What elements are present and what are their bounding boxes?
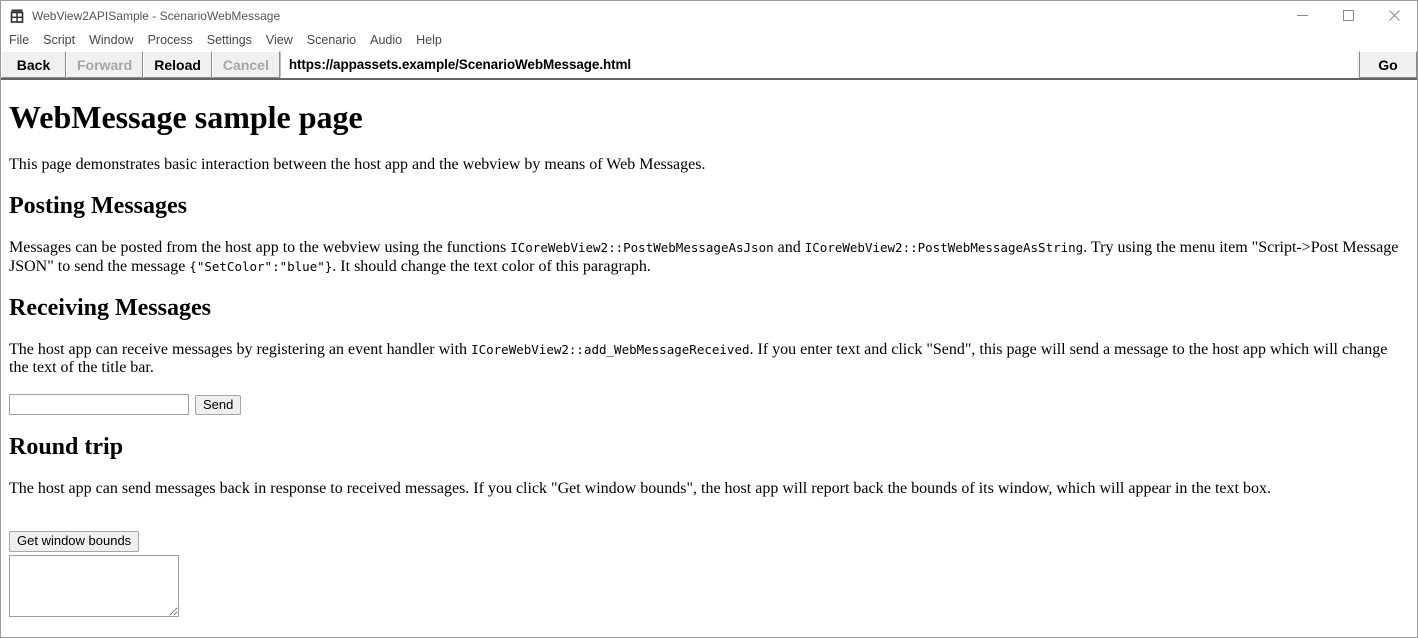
menu-item-view[interactable]: View <box>266 30 300 51</box>
close-icon <box>1388 10 1400 21</box>
menu-item-help[interactable]: Help <box>416 30 449 51</box>
heading-receiving-messages: Receiving Messages <box>9 295 211 322</box>
send-message-row: Send <box>9 394 1409 416</box>
posting-text-d: . It should change the text color of thi… <box>332 257 651 275</box>
receiving-messages-paragraph: The host app can receive messages by reg… <box>9 341 1409 379</box>
cancel-button: Cancel <box>211 51 280 78</box>
reload-button[interactable]: Reload <box>143 51 212 78</box>
receiving-code-add-webmessagereceived: ICoreWebView2::add_WebMessageReceived <box>471 341 750 357</box>
intro-paragraph: This page demonstrates basic interaction… <box>9 155 706 173</box>
maximize-icon <box>1342 10 1354 21</box>
menu-item-process[interactable]: Process <box>148 30 200 51</box>
send-button[interactable]: Send <box>195 394 242 415</box>
window-title: WebView2APISample - ScenarioWebMessage <box>32 8 281 23</box>
menu-item-file[interactable]: File <box>9 30 36 51</box>
maximize-button[interactable] <box>1325 1 1371 30</box>
menu-item-script[interactable]: Script <box>43 30 82 51</box>
window-grid-icon <box>9 8 25 24</box>
posting-code-postwebmessageasjson: ICoreWebView2::PostWebMessageAsJson <box>510 239 774 255</box>
page-title: WebMessage sample page <box>9 99 363 135</box>
menu-item-audio[interactable]: Audio <box>370 30 409 51</box>
posting-messages-paragraph: Messages can be posted from the host app… <box>9 239 1409 277</box>
get-window-bounds-button[interactable]: Get window bounds <box>9 531 140 553</box>
address-bar[interactable] <box>279 51 1357 78</box>
menu-item-scenario[interactable]: Scenario <box>307 30 363 51</box>
forward-button: Forward <box>66 51 144 78</box>
minimize-button[interactable] <box>1279 1 1325 30</box>
window-controls <box>1279 1 1417 30</box>
posting-text-b: and <box>773 238 805 256</box>
address-input[interactable] <box>280 52 1356 77</box>
close-button[interactable] <box>1371 1 1417 30</box>
posting-code-postwebmessageasstring: ICoreWebView2::PostWebMessageAsString <box>804 239 1084 255</box>
browser-toolbar: Back Forward Reload Cancel Go <box>1 51 1417 80</box>
application-window: WebView2APISample - ScenarioWebMessage F… <box>0 0 1418 638</box>
title-bar-left: WebView2APISample - ScenarioWebMessage <box>1 8 1279 24</box>
menu-item-window[interactable]: Window <box>89 30 140 51</box>
go-button[interactable]: Go <box>1359 51 1417 78</box>
heading-round-trip: Round trip <box>9 434 124 461</box>
heading-posting-messages: Posting Messages <box>9 193 187 220</box>
message-input[interactable] <box>9 394 189 416</box>
posting-text-a: Messages can be posted from the host app… <box>9 238 511 256</box>
web-content-area: WebMessage sample page This page demonst… <box>1 80 1417 637</box>
round-trip-paragraph: The host app can send messages back in r… <box>9 479 1271 497</box>
back-button[interactable]: Back <box>1 51 66 78</box>
window-bounds-textarea[interactable] <box>9 555 179 618</box>
title-bar: WebView2APISample - ScenarioWebMessage <box>1 1 1417 30</box>
posting-code-setcolor-json: {"SetColor":"blue"} <box>189 258 333 274</box>
menu-item-settings[interactable]: Settings <box>207 30 259 51</box>
menu-bar: File Script Window Process Settings View… <box>1 30 1417 51</box>
receiving-text-a: The host app can receive messages by reg… <box>9 340 472 358</box>
minimize-icon <box>1296 10 1308 21</box>
